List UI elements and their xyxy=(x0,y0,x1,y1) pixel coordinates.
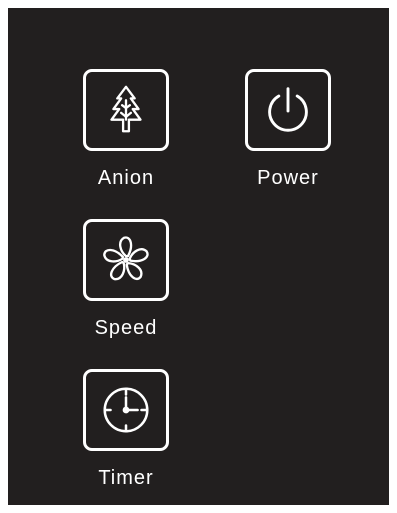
power-control[interactable]: Power xyxy=(238,69,338,190)
power-icon xyxy=(268,87,308,132)
speed-control[interactable]: Speed xyxy=(76,219,176,340)
fan-icon xyxy=(103,236,149,281)
timer-label: Timer xyxy=(98,467,154,489)
timer-button[interactable] xyxy=(83,369,169,451)
speed-label: Speed xyxy=(94,317,158,339)
power-label: Power xyxy=(257,167,319,189)
timer-control[interactable]: Timer xyxy=(76,369,176,490)
power-button[interactable] xyxy=(245,69,331,151)
anion-control[interactable]: Anion xyxy=(76,69,176,190)
tree-icon xyxy=(110,85,142,133)
speed-button[interactable] xyxy=(83,219,169,301)
clock-icon xyxy=(103,387,149,433)
anion-button[interactable] xyxy=(83,69,169,151)
control-panel: Anion Power Speed Timer xyxy=(8,8,389,505)
anion-label: Anion xyxy=(97,167,155,189)
